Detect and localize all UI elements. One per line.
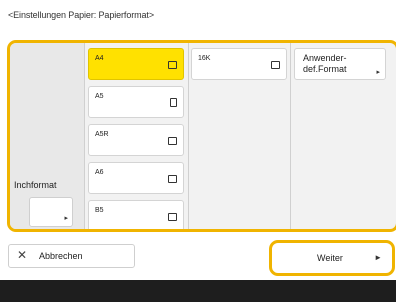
- next-button[interactable]: Weiter ►: [269, 240, 395, 276]
- page-title: <Einstellungen Papier: Papierformat>: [8, 10, 154, 20]
- close-icon: ✕: [17, 248, 28, 262]
- format-label: A5R: [95, 131, 109, 138]
- play-arrow-icon: ►: [374, 253, 382, 262]
- landscape-orientation-icon: [168, 175, 177, 183]
- landscape-orientation-icon: [271, 61, 280, 69]
- format-label: A5: [95, 93, 104, 100]
- user-defined-label-line1: Anwender-: [303, 53, 347, 63]
- inch-format-button[interactable]: ▸: [29, 197, 73, 227]
- format-label: 16K: [198, 55, 211, 62]
- format-a4-button[interactable]: A4: [88, 48, 184, 80]
- user-defined-format-button[interactable]: Anwender- def.Format ▸: [294, 48, 386, 80]
- next-label: Weiter: [317, 253, 343, 263]
- format-a5r-button[interactable]: A5R: [88, 124, 184, 156]
- portrait-orientation-icon: [170, 98, 177, 107]
- format-a6-button[interactable]: A6: [88, 162, 184, 194]
- user-defined-label-line2: def.Format: [303, 64, 347, 74]
- landscape-orientation-icon: [168, 213, 177, 221]
- format-label: A4: [95, 55, 104, 62]
- column-divider: [290, 43, 291, 229]
- column-divider: [84, 43, 85, 229]
- inch-format-column: Inchformat ▸: [10, 43, 84, 229]
- format-16k-button[interactable]: 16K: [191, 48, 287, 80]
- arrow-right-icon: ▸: [64, 215, 68, 222]
- arrow-right-icon: ▸: [376, 69, 380, 76]
- inch-format-label: Inchformat: [14, 180, 57, 190]
- format-a5-button[interactable]: A5: [88, 86, 184, 118]
- cancel-button[interactable]: ✕ Abbrechen: [8, 244, 135, 268]
- cancel-label: Abbrechen: [39, 251, 83, 261]
- column-divider: [188, 43, 189, 229]
- status-bar: [0, 280, 396, 302]
- format-label: B5: [95, 207, 104, 214]
- paper-format-panel: Inchformat ▸ A4 A5 A5R A6 B5 16K Anwende…: [7, 40, 396, 232]
- landscape-orientation-icon: [168, 137, 177, 145]
- format-b5-button[interactable]: B5: [88, 200, 184, 229]
- landscape-orientation-icon: [168, 61, 177, 69]
- format-label: A6: [95, 169, 104, 176]
